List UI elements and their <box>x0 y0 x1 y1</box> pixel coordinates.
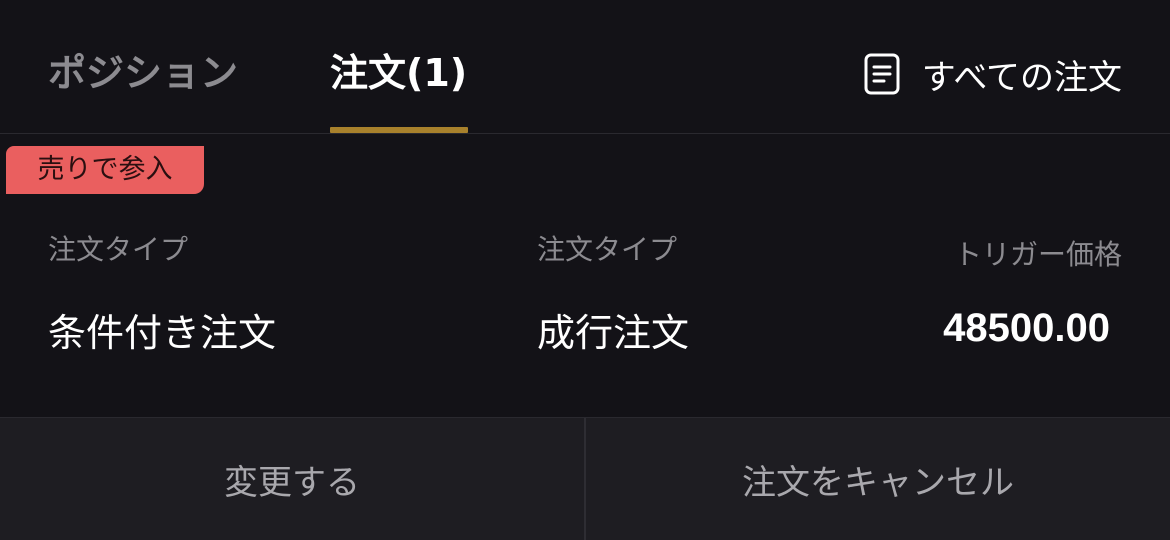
active-tab-indicator <box>330 127 468 133</box>
cancel-order-button[interactable]: 注文をキャンセル <box>586 418 1170 540</box>
order-actions: 変更する 注文をキャンセル <box>0 417 1170 540</box>
order-type-value: 条件付き注文 <box>48 311 277 355</box>
all-orders-button[interactable]: すべての注文 <box>864 52 1122 98</box>
modify-button[interactable]: 変更する <box>0 418 584 540</box>
side-badge: 売りで参入 <box>6 146 204 194</box>
execution-type-value: 成行注文 <box>537 311 690 355</box>
execution-type-label: 注文タイプ <box>537 233 678 266</box>
order-type-label: 注文タイプ <box>48 233 189 266</box>
tab-positions[interactable]: ポジション <box>48 48 238 98</box>
trigger-price-label: トリガー価格 <box>953 238 1122 271</box>
trigger-price-value: 48500.00 <box>943 306 1110 350</box>
document-list-icon <box>864 53 900 95</box>
all-orders-label: すべての注文 <box>921 57 1122 98</box>
tab-orders[interactable]: 注文(1) <box>330 48 467 98</box>
orders-panel: ポジション 注文(1) すべての注文 売りで参入 注文タイプ 条件付き注文 注文… <box>0 0 1170 540</box>
tab-bar: ポジション 注文(1) すべての注文 <box>0 0 1170 134</box>
